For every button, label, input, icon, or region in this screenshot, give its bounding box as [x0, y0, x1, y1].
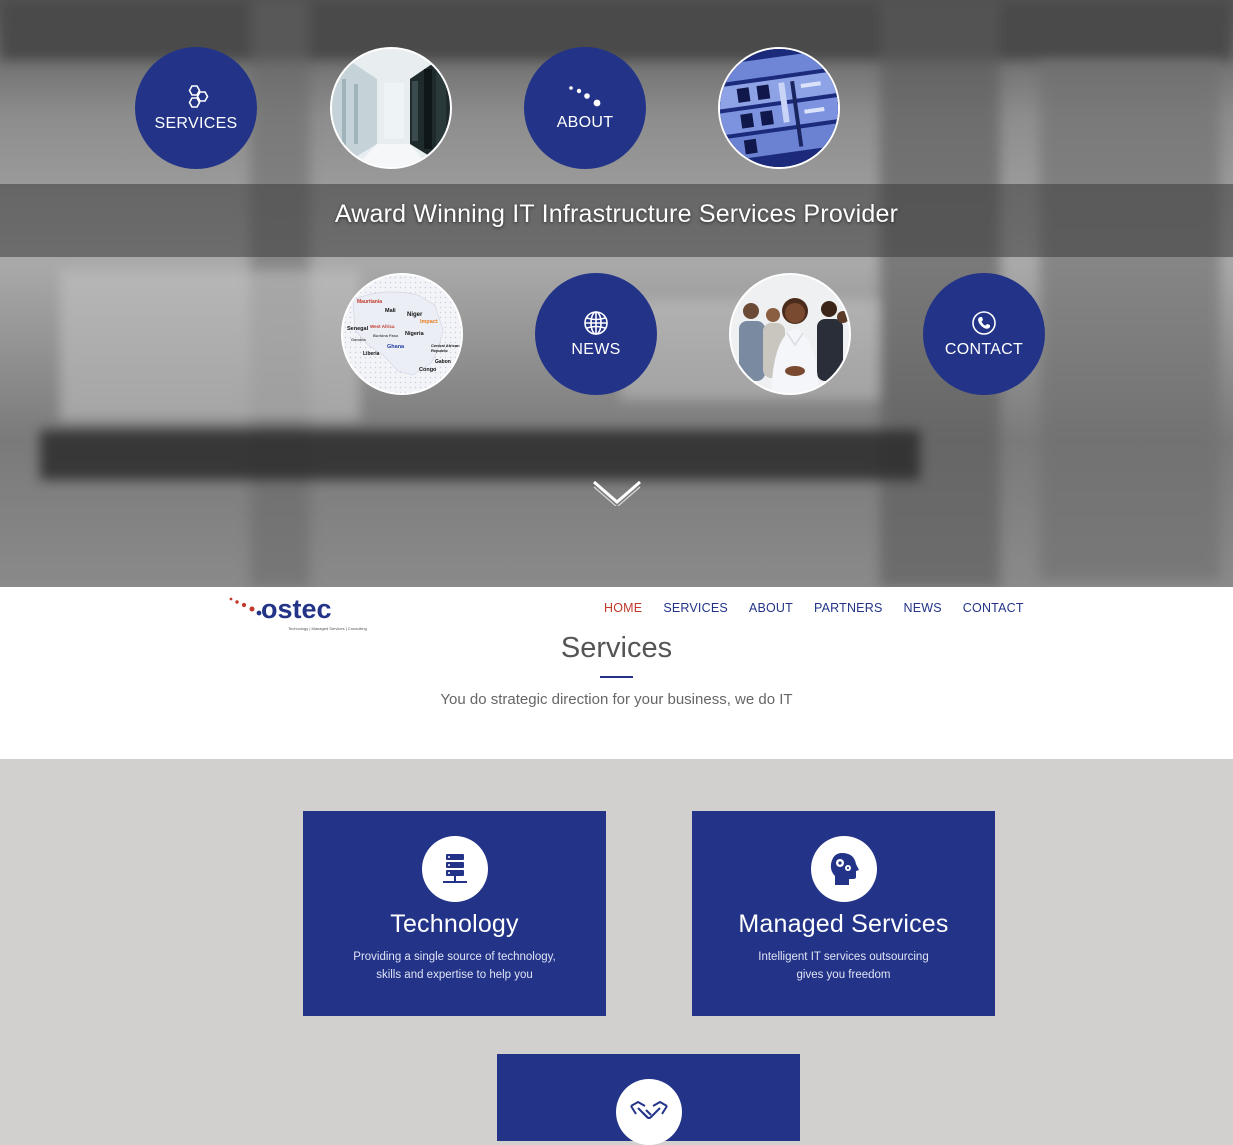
svg-text:Congo: Congo: [419, 367, 437, 373]
services-tile-label: SERVICES: [154, 115, 238, 132]
hexagons-icon: [182, 83, 210, 111]
nav-menu: HOME SERVICES ABOUT PARTNERS NEWS CONTAC…: [604, 601, 1045, 615]
server-icon: [421, 836, 488, 902]
contact-tile-label: CONTACT: [944, 341, 1024, 358]
globe-icon: [582, 309, 610, 337]
about-tile[interactable]: ABOUT: [524, 47, 646, 169]
managed-services-card[interactable]: Managed Services Intelligent IT services…: [692, 811, 995, 1016]
card-title: Technology: [390, 910, 519, 938]
africa-map-photo: Mauritania Mali Niger Impact Senegal Wes…: [341, 273, 463, 395]
svg-text:Niger: Niger: [407, 312, 423, 318]
svg-text:Liberia: Liberia: [363, 351, 380, 357]
team-photo: [729, 273, 851, 395]
datacenter-photo: [330, 47, 452, 169]
consulting-card[interactable]: [497, 1054, 800, 1145]
nav-item-about[interactable]: ABOUT: [749, 601, 793, 615]
services-subtitle: You do strategic direction for your busi…: [440, 691, 793, 708]
nav-item-contact[interactable]: CONTACT: [963, 601, 1024, 615]
svg-text:Gambia: Gambia: [351, 337, 366, 342]
hero-tagline: Award Winning IT Infrastructure Services…: [334, 200, 899, 228]
about-tile-label: ABOUT: [556, 114, 614, 131]
nav-item-news[interactable]: NEWS: [903, 601, 941, 615]
technology-card[interactable]: Technology Providing a single source of …: [303, 811, 606, 1016]
head-gears-icon: [810, 836, 877, 902]
services-title: Services: [560, 632, 673, 664]
svg-text:Mali: Mali: [385, 308, 396, 314]
logo-tagline: Technology | Managed Services | Consulti…: [288, 626, 367, 631]
svg-text:West Africa: West Africa: [370, 324, 395, 329]
hero-bg-bar: [40, 430, 920, 480]
hero-banner: Award Winning IT Infrastructure Services…: [0, 0, 1233, 587]
svg-text:Mauritania: Mauritania: [357, 299, 382, 305]
scroll-down-chevron-icon[interactable]: [592, 478, 642, 511]
card-description-line: Providing a single source of technology,: [353, 951, 556, 963]
card-description: Providing a single source of technology,…: [303, 948, 606, 984]
news-tile-label: NEWS: [571, 341, 621, 358]
card-description-line: gives you freedom: [796, 969, 891, 981]
nav-item-services[interactable]: SERVICES: [663, 601, 728, 615]
contact-tile[interactable]: CONTACT: [923, 273, 1045, 395]
services-tile[interactable]: SERVICES: [135, 47, 257, 169]
card-title: Managed Services: [738, 910, 949, 938]
svg-text:Ghana: Ghana: [387, 344, 405, 350]
card-description: Intelligent IT services outsourcing give…: [692, 948, 995, 984]
nav-item-home[interactable]: HOME: [604, 601, 642, 615]
svg-text:Republic: Republic: [431, 348, 449, 353]
title-divider: [600, 676, 633, 678]
svg-text:Impact: Impact: [420, 319, 438, 325]
handshake-icon: [615, 1079, 682, 1145]
logo-wordmark: ostec: [261, 596, 332, 624]
svg-text:Burkina Faso: Burkina Faso: [373, 333, 399, 338]
svg-text:Senegal: Senegal: [347, 326, 369, 332]
news-tile[interactable]: NEWS: [535, 273, 657, 395]
card-description-line: skills and expertise to help you: [376, 969, 533, 981]
nav-item-partners[interactable]: PARTNERS: [814, 601, 883, 615]
svg-text:Nigeria: Nigeria: [405, 331, 425, 337]
card-description-line: Intelligent IT services outsourcing: [758, 951, 929, 963]
hero-bg-rack: [1040, 60, 1220, 580]
ostec-logo[interactable]: ostec Technology | Managed Services | Co…: [228, 594, 384, 631]
server-rack-photo: [718, 47, 840, 169]
dots-icon: [567, 84, 603, 110]
svg-text:Gabon: Gabon: [435, 359, 451, 365]
hero-bg-light: [60, 270, 360, 420]
phone-icon: [970, 309, 998, 337]
